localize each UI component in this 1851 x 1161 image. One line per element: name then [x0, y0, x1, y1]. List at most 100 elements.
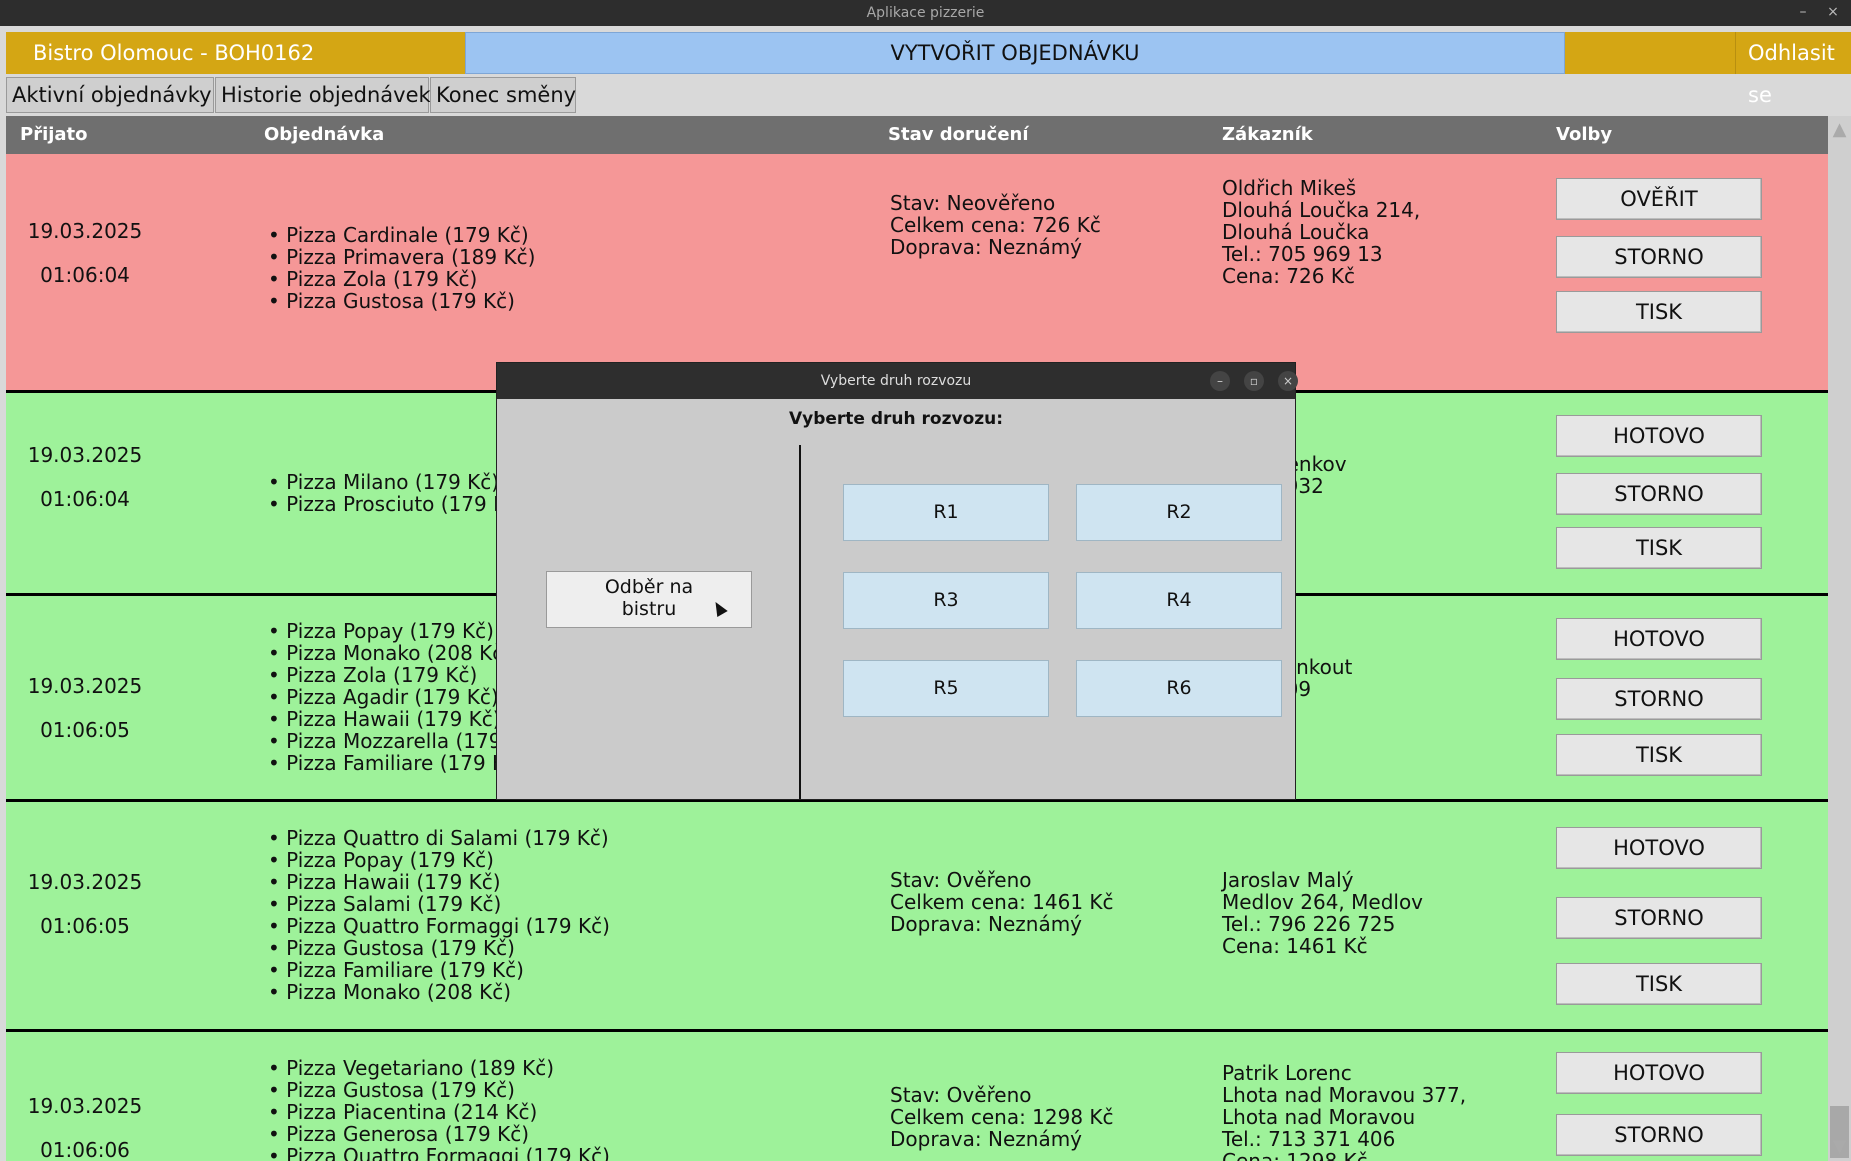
order-received: 19.03.2025 01:06:06 [20, 1084, 150, 1161]
hotovo-button[interactable]: HOTOVO [1556, 827, 1762, 869]
order-items: • Pizza Vegetariano (189 Kč) • Pizza Gust… [268, 1057, 610, 1161]
storno-button[interactable]: STORNO [1556, 236, 1762, 278]
order-date: 19.03.2025 [27, 443, 143, 467]
tab-order-history[interactable]: Historie objednávek [215, 77, 431, 113]
order-items-line: • Pizza Vegetariano (189 Kč) [268, 1056, 555, 1080]
overit-button[interactable]: OVĚŘIT [1556, 178, 1762, 220]
create-order-button[interactable]: VYTVOŘIT OBJEDNÁVKU [465, 32, 1565, 74]
tab-end-shift[interactable]: Konec směny [430, 77, 576, 113]
customer-info-line: Cena: 726 Kč [1222, 264, 1355, 288]
minimize-window-button[interactable]: – [1790, 0, 1816, 26]
delivery-status-line: Doprava: Neznámý [890, 912, 1083, 936]
dialog-divider [799, 445, 801, 799]
order-date: 19.03.2025 [27, 674, 143, 698]
order-items-line: • Pizza Agadir (179 Kč) [268, 685, 499, 709]
order-time: 01:06:04 [40, 487, 130, 511]
window-title: Aplikace pizzerie [866, 5, 985, 21]
order-items-line: • Pizza Quattro Formaggi (179 Kč) [268, 914, 610, 938]
order-items-line: • Pizza Gustosa (179 Kč) [268, 1078, 515, 1102]
customer-info-line: Lhota nad Moravou 377, [1222, 1083, 1467, 1107]
route-r3-button[interactable]: R3 [843, 572, 1049, 629]
order-items-line: • Pizza Zola (179 Kč) [268, 267, 478, 291]
tisk-button[interactable]: TISK [1556, 291, 1762, 333]
customer-info-line: Patrik Lorenc [1222, 1061, 1352, 1085]
scroll-down-arrow-icon[interactable]: ▼ [1828, 1133, 1851, 1161]
dialog-minimize-icon[interactable]: – [1210, 371, 1230, 391]
delivery-status-line: Celkem cena: 1461 Kč [890, 890, 1114, 914]
dialog-maximize-icon[interactable]: ▫ [1244, 371, 1264, 391]
order-date: 19.03.2025 [27, 870, 143, 894]
order-time: 01:06:04 [40, 263, 130, 287]
customer-info-line: Dlouhá Loučka 214, [1222, 198, 1421, 222]
order-date: 19.03.2025 [27, 219, 143, 243]
route-r1-button[interactable]: R1 [843, 484, 1049, 541]
customer-info: Jaroslav Malý Medlov 264, Medlov Tel.: 796… [1222, 869, 1423, 957]
dialog-close-icon[interactable]: × [1278, 371, 1298, 391]
order-items: • Pizza Milano (179 Kč) • Pizza Prosciuto… [268, 471, 506, 515]
order-items: • Pizza Cardinale (179 Kč) • Pizza Primav… [268, 224, 535, 312]
route-r6-button[interactable]: R6 [1076, 660, 1282, 717]
order-items-line: • Pizza Primavera (189 Kč) [268, 245, 536, 269]
storno-button[interactable]: STORNO [1556, 678, 1762, 720]
customer-info: Oldřich Mikeš Dlouhá Loučka 214, Dlouhá Lo… [1222, 177, 1420, 287]
pickup-label-line1: Odběr na [604, 576, 694, 598]
order-items-line: • Pizza Gustosa (179 Kč) [268, 289, 515, 313]
delivery-status: Stav: Neověřeno Celkem cena: 726 Kč Doprav… [890, 192, 1101, 258]
order-items-line: • Pizza Gustosa (179 Kč) [268, 936, 515, 960]
storno-button[interactable]: STORNO [1556, 1114, 1762, 1156]
order-row: 19.03.2025 01:06:06 • Pizza Vegetariano (1… [6, 1032, 1828, 1161]
order-items-line: • Pizza Quattro di Salami (179 Kč) [268, 826, 609, 850]
order-items-line: • Pizza Piacentina (214 Kč) [268, 1100, 538, 1124]
order-received: 19.03.2025 01:06:05 [20, 664, 150, 752]
order-received: 19.03.2025 01:06:04 [20, 433, 150, 521]
order-items-line: • Pizza Hawaii (179 Kč) [268, 870, 501, 894]
order-items-line: • Pizza Popay (179 Kč) [268, 848, 494, 872]
route-r2-button[interactable]: R2 [1076, 484, 1282, 541]
order-items-line: • Pizza Monako (208 Kč) [268, 980, 512, 1004]
close-window-button[interactable]: × [1820, 0, 1846, 26]
route-r5-button[interactable]: R5 [843, 660, 1049, 717]
dialog-title: Vyberte druh rozvozu [820, 373, 972, 389]
delivery-status-line: Doprava: Neznámý [890, 235, 1083, 259]
order-items-line: • Pizza Zola (179 Kč) [268, 663, 478, 687]
order-time: 01:06:06 [40, 1138, 130, 1161]
delivery-status-line: Doprava: Neznámý [890, 1127, 1083, 1151]
tisk-button[interactable]: TISK [1556, 963, 1762, 1005]
storno-button[interactable]: STORNO [1556, 473, 1762, 515]
column-order: Objednávka [264, 124, 385, 145]
delivery-status: Stav: Ověřeno Celkem cena: 1461 Kč Doprava… [890, 869, 1114, 935]
order-date: 19.03.2025 [27, 1094, 143, 1118]
delivery-status-line: Celkem cena: 726 Kč [890, 213, 1101, 237]
delivery-status-line: Stav: Ověřeno [890, 1083, 1032, 1107]
column-delivery-status: Stav doručení [888, 124, 1029, 145]
order-received: 19.03.2025 01:06:04 [20, 209, 150, 297]
scroll-up-arrow-icon[interactable]: ▲ [1828, 116, 1851, 144]
order-items-line: • Pizza Cardinale (179 Kč) [268, 223, 529, 247]
customer-info-line: Tel.: 705 969 13 [1222, 242, 1383, 266]
window-titlebar: Aplikace pizzerie – × [0, 0, 1851, 26]
order-items-line: • Pizza Salami (179 Kč) [268, 892, 502, 916]
order-items-line: • Pizza Familiare (179 K [268, 751, 506, 775]
storno-button[interactable]: STORNO [1556, 897, 1762, 939]
tisk-button[interactable]: TISK [1556, 734, 1762, 776]
order-items-line: • Pizza Familiare (179 Kč) [268, 958, 524, 982]
vertical-scrollbar[interactable]: ▲ ▼ [1828, 116, 1851, 1161]
customer-info-line: Jaroslav Malý [1222, 868, 1354, 892]
tab-active-orders[interactable]: Aktivní objednávky [6, 77, 214, 113]
order-time: 01:06:05 [40, 914, 130, 938]
hotovo-button[interactable]: HOTOVO [1556, 1052, 1762, 1094]
order-items-line: • Pizza Generosa (179 Kč) [268, 1122, 530, 1146]
customer-info-line: Oldřich Mikeš [1222, 176, 1357, 200]
order-received: 19.03.2025 01:06:05 [20, 860, 150, 948]
order-items-line: • Pizza Hawaii (179 Kč) [268, 707, 501, 731]
tisk-button[interactable]: TISK [1556, 527, 1762, 569]
delivery-status-line: Stav: Neověřeno [890, 191, 1056, 215]
hotovo-button[interactable]: HOTOVO [1556, 618, 1762, 660]
delivery-status-line: Celkem cena: 1298 Kč [890, 1105, 1114, 1129]
customer-info-line: Cena: 1298 Kč [1222, 1149, 1368, 1161]
logout-button[interactable]: Odhlasit se [1735, 32, 1851, 107]
route-r4-button[interactable]: R4 [1076, 572, 1282, 629]
order-items-line: • Pizza Monako (208 Kč [268, 641, 504, 665]
table-header: Přijato Objednávka Stav doručení Zákazní… [6, 116, 1828, 154]
hotovo-button[interactable]: HOTOVO [1556, 415, 1762, 457]
